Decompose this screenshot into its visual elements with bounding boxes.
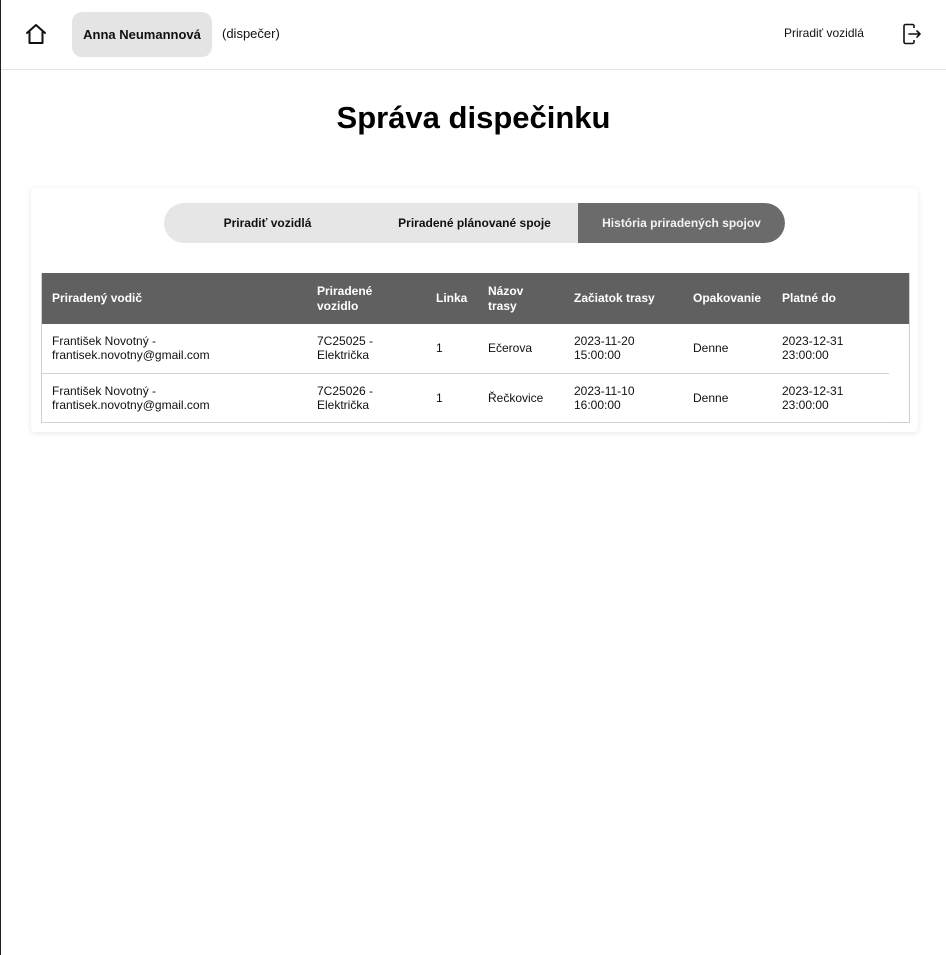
tab-assignment-history[interactable]: História priradených spojov: [578, 203, 785, 243]
repeat-cell: Denne: [693, 390, 729, 405]
route-cell: Ečerova: [488, 341, 533, 356]
valid-time: 23:00:00: [782, 397, 829, 412]
page-title: Správa dispečinku: [336, 100, 611, 135]
line-cell: 1: [436, 341, 443, 356]
table-row[interactable]: František Novotný - frantisek.novotny@gma…: [42, 324, 889, 373]
column-header: Začiatok trasy: [564, 273, 683, 324]
dispatch-card: Priradiť vozidlá Priradené plánované spo…: [31, 188, 918, 432]
home-icon: [26, 24, 46, 44]
tab-bar: Priradiť vozidlá Priradené plánované spo…: [164, 203, 785, 243]
column-header: Priradené vozidlo: [307, 273, 426, 324]
start-time: 15:00:00: [574, 348, 621, 363]
start-cell: 2023-11-20 15:00:00: [564, 324, 683, 373]
vehicle-cell: 7C25025 - Električka: [307, 324, 426, 373]
driver-name: František Novotný -: [52, 383, 157, 398]
vehicle-code: 7C25025 -: [317, 334, 374, 349]
logout-icon: [903, 23, 921, 45]
repeat-cell: Denne: [693, 341, 729, 356]
history-table: Priradený vodič Priradené vozidlo Linka …: [42, 273, 889, 423]
column-header: Platné do: [772, 273, 889, 324]
valid-until-cell: 2023-12-31 23:00:00: [772, 324, 889, 373]
user-role-label: (dispečer): [222, 26, 280, 41]
tab-assign-vehicles[interactable]: Priradiť vozidlá: [164, 203, 371, 243]
valid-date: 2023-12-31: [782, 383, 844, 398]
valid-until-cell: 2023-12-31 23:00:00: [772, 373, 889, 422]
vehicle-type: Električka: [317, 348, 370, 363]
vehicle-code: 7C25026 -: [317, 383, 374, 398]
driver-email: frantisek.novotny@gmail.com: [52, 348, 210, 363]
driver-cell: František Novotný - frantisek.novotny@gma…: [42, 324, 307, 373]
table-header-extension: [888, 273, 909, 324]
table-row[interactable]: František Novotný - frantisek.novotny@gma…: [42, 373, 889, 422]
start-time: 16:00:00: [574, 397, 621, 412]
start-cell: 2023-11-10 16:00:00: [564, 373, 683, 422]
column-header: Názov trasy: [478, 273, 564, 324]
driver-name: František Novotný -: [52, 334, 157, 349]
assign-vehicles-link[interactable]: Priradiť vozidlá: [784, 26, 864, 40]
driver-cell: František Novotný - frantisek.novotny@gma…: [42, 373, 307, 422]
driver-email: frantisek.novotny@gmail.com: [52, 397, 210, 412]
start-date: 2023-11-20: [574, 334, 635, 349]
logout-button[interactable]: [901, 22, 923, 46]
start-date: 2023-11-10: [574, 383, 635, 398]
vehicle-cell: 7C25026 - Električka: [307, 373, 426, 422]
tab-planned-connections[interactable]: Priradené plánované spoje: [371, 203, 578, 243]
column-header: Linka: [426, 273, 478, 324]
table-header-row: Priradený vodič Priradené vozidlo Linka …: [42, 273, 889, 324]
history-table-container: Priradený vodič Priradené vozidlo Linka …: [41, 273, 910, 423]
top-navigation-bar: Anna Neumannová (dispečer) Priradiť vozi…: [1, 0, 946, 70]
column-header: Priradený vodič: [42, 273, 307, 324]
column-header: Opakovanie: [683, 273, 772, 324]
vehicle-type: Električka: [317, 397, 370, 412]
user-name-chip[interactable]: Anna Neumannová: [72, 12, 212, 57]
home-button[interactable]: [23, 21, 49, 47]
valid-time: 23:00:00: [782, 348, 829, 363]
line-cell: 1: [436, 390, 443, 405]
valid-date: 2023-12-31: [782, 334, 844, 349]
route-cell: Řečkovice: [488, 390, 544, 405]
